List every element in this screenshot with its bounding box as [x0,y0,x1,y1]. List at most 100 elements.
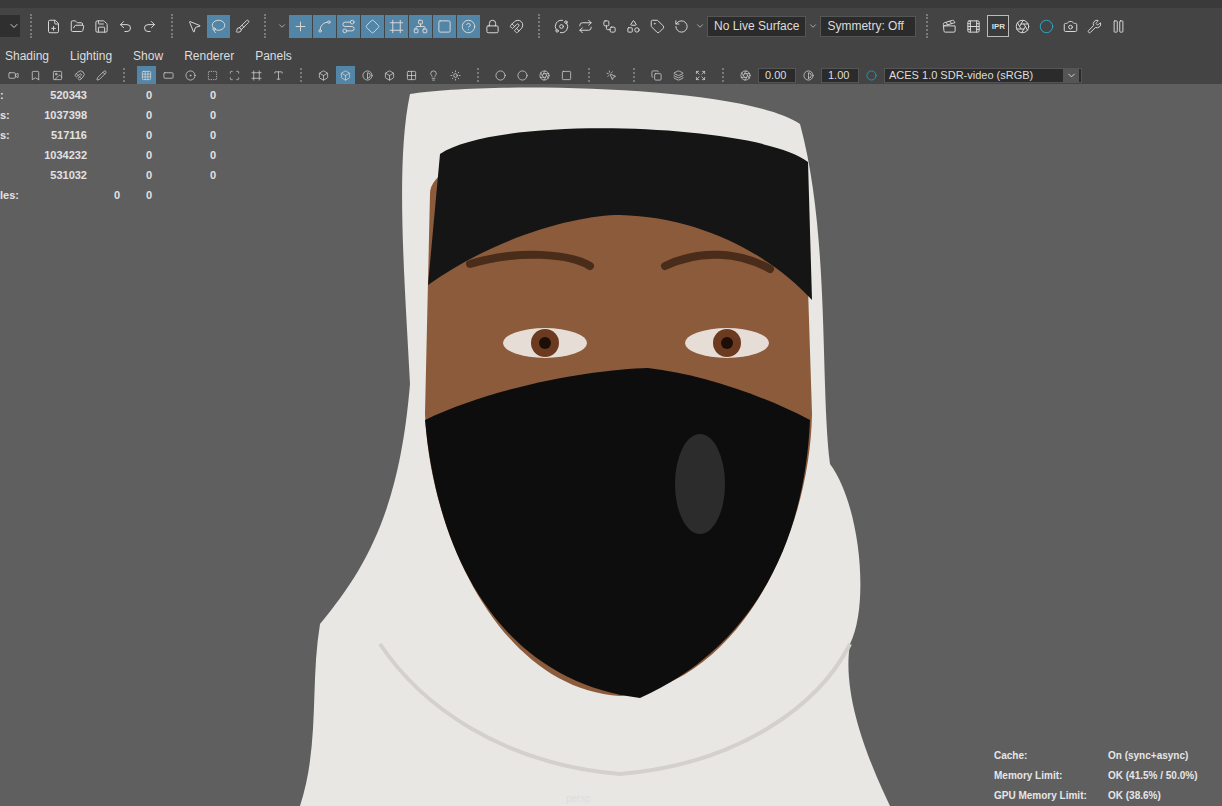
toolbar-button[interactable] [380,66,399,85]
toolbar-button[interactable] [433,15,456,38]
toolbar-button[interactable] [669,66,688,85]
toolbar-button[interactable] [491,66,510,85]
toolbar-button[interactable] [862,66,881,85]
memory-hud: Cache:On (sync+async)Memory Limit:OK (41… [994,750,1197,802]
toolbar-button[interactable] [48,66,67,85]
toolbar-button[interactable] [1059,15,1082,38]
toolbar-button[interactable] [424,66,443,85]
toolbar-button[interactable] [114,15,137,38]
snap-plane-icon [389,19,404,34]
toolbar-button[interactable] [70,66,89,85]
toolbar-button[interactable] [1107,15,1130,38]
toolbar-field[interactable]: 0.00 [758,68,796,83]
toolbar-separator [926,14,928,38]
toolbar-button[interactable] [26,66,45,85]
render-settings-icon [1015,19,1030,34]
toolbar-button[interactable] [736,66,755,85]
xray-components-icon [695,70,706,81]
toolbar-button[interactable] [92,66,111,85]
toolbar-button[interactable] [622,15,645,38]
toolbar-button[interactable] [557,66,576,85]
anti-aliasing-icon [539,70,550,81]
construction-icon [602,19,617,34]
toolbar-button[interactable] [336,66,355,85]
menu-item[interactable]: Shading [5,49,49,63]
toolbar-button[interactable] [181,66,200,85]
hud-label: GPU Memory Limit: [994,790,1108,802]
toolbar-button[interactable] [799,66,818,85]
toolbar-field[interactable]: No Live Surface [707,16,806,37]
toolbar-button[interactable] [42,15,65,38]
options-arrow[interactable] [694,21,706,31]
toolbar-button[interactable] [457,15,480,38]
toolbar-field[interactable]: Symmetry: Off [820,16,916,37]
toolbar-button[interactable] [1011,15,1034,38]
toolbar-button[interactable] [207,15,230,38]
menu-item[interactable]: Panels [255,49,292,63]
resolution-gate-icon [185,70,196,81]
toolbar-separator [171,14,173,38]
toolbar-button[interactable] [314,66,333,85]
toolbar-button[interactable] [602,66,621,85]
toolbar-button[interactable] [361,15,384,38]
toolbar-button[interactable] [670,15,693,38]
toolbar-button[interactable] [289,15,312,38]
render-sequence-icon [966,19,981,34]
toolbar-button[interactable] [647,66,666,85]
toolbar-button[interactable] [550,15,573,38]
toolbar-button[interactable] [4,66,23,85]
menu-item[interactable]: Show [133,49,163,63]
toolbar-button[interactable] [138,15,161,38]
toolbar-button[interactable] [409,15,432,38]
toolbar-button[interactable] [646,15,669,38]
wireframe-on-shaded-icon [362,70,373,81]
toolbar-button[interactable] [513,66,532,85]
menu-item[interactable]: Renderer [184,49,234,63]
toolbar-button[interactable] [203,66,222,85]
toolbar-button[interactable] [225,66,244,85]
toolbar-button[interactable] [66,15,89,38]
toolbar-button[interactable] [137,66,156,85]
toolbar-button[interactable] [247,66,266,85]
toolbar-button[interactable] [183,15,206,38]
toolbar-button[interactable] [598,15,621,38]
wireframe-icon [318,70,329,81]
toolbar-button[interactable] [535,66,554,85]
toolbar-button[interactable] [385,15,408,38]
poly-count-hud: :52034300s:103739800s:517116001034232005… [0,85,216,205]
viewport[interactable]: :52034300s:103739800s:517116001034232005… [0,84,1222,806]
lasso-icon [211,19,226,34]
toolbar-button[interactable] [691,66,710,85]
toolbar-button[interactable] [938,15,961,38]
menu-set-dropdown[interactable] [0,15,20,37]
panel-toolbar: 0.00 1.00 ACES 1.0 SDR-video (sRGB) [0,66,1222,84]
toolbar-button[interactable] [574,15,597,38]
bookmark-icon [30,70,41,81]
toolbar-button[interactable] [1083,15,1106,38]
toolbar-button[interactable] [159,66,178,85]
toolbar-button[interactable] [1035,15,1058,38]
toolbar-button[interactable] [313,15,336,38]
toolbar-button[interactable] [481,15,504,38]
menu-item[interactable]: Lighting [70,49,112,63]
snap-surface-icon [413,19,428,34]
toolbar-button[interactable] [446,66,465,85]
safe-title-icon [273,70,284,81]
options-arrow[interactable] [276,21,288,31]
toolbar-button[interactable] [231,15,254,38]
snap-curve-icon [317,19,332,34]
toolbar-button[interactable] [90,15,113,38]
toolbar-button[interactable] [337,15,360,38]
toolbar-button[interactable] [962,15,985,38]
ipr-render-button[interactable]: IPR [987,15,1009,37]
snap-grid-icon [293,19,308,34]
toolbar-button[interactable] [358,66,377,85]
open-scene-icon [70,19,85,34]
options-arrow[interactable] [807,21,819,31]
toolbar-field[interactable]: 1.00 [821,68,859,83]
depth-of-field-icon [561,70,572,81]
toolbar-button[interactable] [269,66,288,85]
toolbar-button[interactable] [402,66,421,85]
color-space-dropdown[interactable]: ACES 1.0 SDR-video (sRGB) [884,68,1082,83]
toolbar-button[interactable] [505,15,528,38]
